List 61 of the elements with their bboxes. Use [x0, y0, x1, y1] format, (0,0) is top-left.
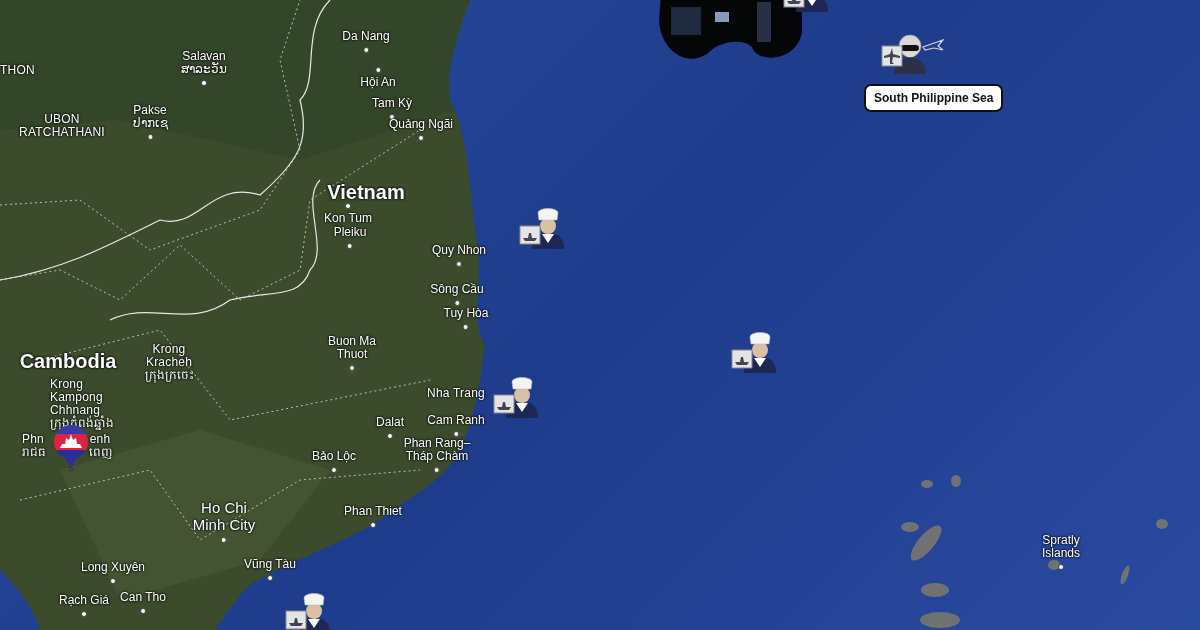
- place-label: Phan Thiet: [344, 505, 402, 518]
- place-label: Phan Rang– Tháp Chàm: [403, 437, 471, 463]
- place-label: Dalat: [376, 416, 404, 429]
- city-dot-icon: [267, 575, 273, 581]
- place-label: Krong Kracheh: [145, 343, 193, 369]
- place-label: Tam Kỳ: [372, 97, 412, 110]
- city-dot-icon: [331, 467, 337, 473]
- place-label: Hội An: [360, 76, 396, 89]
- city-dot-icon: [140, 608, 146, 614]
- city-dot-icon: [375, 67, 381, 73]
- place-label: UBON RATCHATHANI: [19, 113, 105, 139]
- city-dot-icon: [456, 261, 462, 267]
- native-place-label: ពេញ: [88, 446, 112, 459]
- place-label: Can Tho: [120, 591, 166, 604]
- place-label: Da Nang: [342, 30, 390, 43]
- city-dot-icon: [434, 467, 440, 473]
- sea-name-tooltip: South Philippine Sea: [864, 84, 1004, 112]
- native-place-label: ປາກເຊ: [132, 117, 168, 130]
- city-dot-icon: [81, 611, 87, 617]
- country-label: Cambodia: [19, 350, 117, 372]
- native-place-label: ក្រុងក្រចេះ: [144, 369, 194, 382]
- city-dot-icon: [345, 203, 351, 209]
- city-dot-icon: [349, 365, 355, 371]
- place-label: Quảng Ngãi: [389, 118, 453, 131]
- native-place-label: ສາລະວັນ: [181, 63, 227, 76]
- place-label: Quy Nhon: [432, 244, 486, 257]
- city-dot-icon: [201, 80, 207, 86]
- city-dot-icon: [453, 431, 459, 437]
- city-dot-icon: [387, 433, 393, 439]
- city-dot-icon: [454, 300, 460, 306]
- place-label: Long Xuyên: [80, 561, 146, 574]
- place-label: Bảo Lộc: [312, 450, 356, 463]
- native-place-label: រាជធ: [22, 446, 46, 459]
- place-label: Spratly Islands: [1042, 534, 1080, 560]
- place-label: Vũng Tàu: [244, 558, 296, 571]
- place-label: enh: [89, 433, 111, 446]
- place-label: THON: [0, 64, 35, 77]
- place-label: Pleiku: [333, 226, 367, 239]
- city-dot-icon: [347, 243, 353, 249]
- city-dot-icon: [370, 522, 376, 528]
- native-place-label: ក្រុងកំពង់ឆ្នាំង: [50, 417, 114, 430]
- city-dot-icon: [463, 324, 469, 330]
- place-label: Sông Cầu: [430, 283, 484, 296]
- city-dot-icon: [110, 578, 116, 584]
- place-label: Pakse: [133, 104, 167, 117]
- city-dot-icon: [147, 134, 153, 140]
- place-label: Cam Ranh: [427, 414, 485, 427]
- plane-icon[interactable]: [922, 38, 944, 52]
- place-label: Buon Ma Thuot: [328, 335, 376, 361]
- country-label: Vietnam: [327, 181, 405, 203]
- city-dot-icon: [221, 537, 227, 543]
- place-label: Nha Trang: [427, 387, 485, 400]
- city-dot-icon: [1058, 564, 1064, 570]
- place-label: Rạch Giá: [59, 594, 109, 607]
- city-dot-icon: [418, 135, 424, 141]
- city-dot-icon: [363, 47, 369, 53]
- place-label: Kon Tum: [324, 212, 372, 225]
- place-label: Salavan: [182, 50, 226, 63]
- place-label: Phn: [22, 433, 44, 446]
- place-label: Tuy Hòa: [443, 307, 489, 320]
- place-label: Ho Chi Minh City: [192, 499, 256, 533]
